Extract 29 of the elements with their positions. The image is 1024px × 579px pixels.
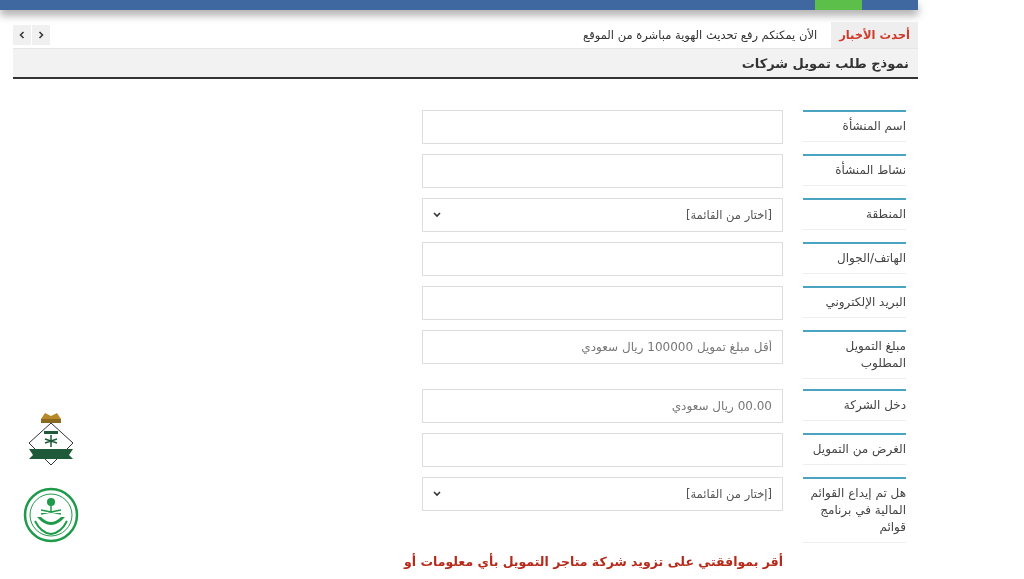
field-label: المنطقة bbox=[803, 198, 906, 230]
menu-highlight bbox=[815, 0, 862, 10]
field-label: الغرض من التمويل bbox=[803, 433, 906, 465]
form-title: نموذج طلب تمويل شركات bbox=[741, 55, 909, 71]
field-label: مبلغ التمويل المطلوب bbox=[803, 330, 906, 379]
emblem-icon bbox=[23, 487, 79, 543]
chevron-down-icon bbox=[433, 491, 441, 497]
dropdown-field[interactable]: [اختار من القائمة] bbox=[422, 198, 783, 232]
next-button[interactable] bbox=[32, 25, 50, 45]
field-label: اسم المنشأة bbox=[803, 110, 906, 142]
consent-text: أقر بموافقتي على تزويد شركة متاجر التمويل بأي معلومات أو bbox=[404, 552, 783, 571]
field-label: هل تم إيداع القوائم المالية في برنامج قوائم bbox=[803, 477, 906, 543]
news-label: أحدث الأخبار bbox=[831, 22, 918, 48]
input-field[interactable]: 00.00 ريال سعودي bbox=[422, 389, 783, 423]
input-field[interactable] bbox=[422, 154, 783, 188]
input-field[interactable] bbox=[422, 286, 783, 320]
field-label: البريد الإلكتروني bbox=[803, 286, 906, 318]
chevron-right-icon bbox=[38, 31, 44, 39]
input-field[interactable] bbox=[422, 110, 783, 144]
previous-button[interactable] bbox=[13, 25, 31, 45]
field-label: الهاتف/الجوال bbox=[803, 242, 906, 274]
input-field[interactable] bbox=[422, 433, 783, 467]
field-label: نشاط المنشأة bbox=[803, 154, 906, 186]
input-field[interactable] bbox=[422, 242, 783, 276]
news-text[interactable]: الأن يمكنكم رفع تحديث الهوية مباشرة من الموقع bbox=[583, 28, 818, 42]
dropdown-field[interactable]: [إختار من القائمة] bbox=[422, 477, 783, 511]
field-label: دخل الشركة bbox=[803, 389, 906, 421]
chevron-down-icon bbox=[433, 212, 441, 218]
chevron-left-icon bbox=[19, 31, 25, 39]
